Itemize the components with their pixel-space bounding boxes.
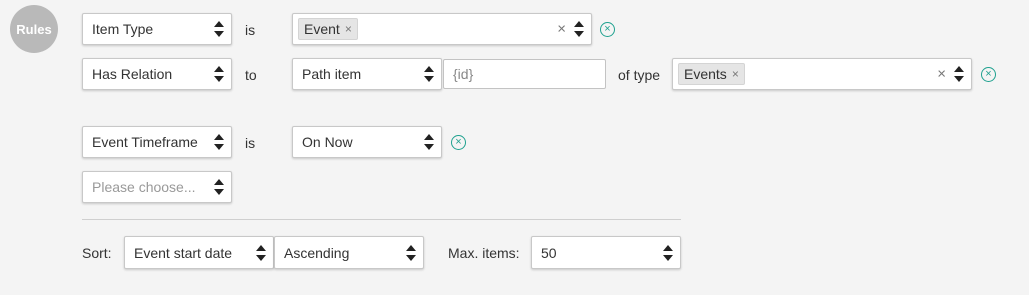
select-arrows-icon <box>256 244 266 261</box>
select-arrows-icon <box>214 179 224 195</box>
max-items-label: Max. items: <box>448 245 520 261</box>
sort-order-value: Ascending <box>284 244 350 261</box>
select-arrows-icon <box>214 134 224 150</box>
clear-icon[interactable]: × <box>937 67 946 82</box>
rule2-field-select[interactable]: Has Relation <box>82 58 232 90</box>
sort-order-select[interactable]: Ascending <box>274 236 424 269</box>
new-rule-select[interactable]: Please choose... <box>82 171 232 203</box>
rule2-id-input[interactable]: {id} <box>443 59 606 89</box>
sort-label: Sort: <box>82 245 112 261</box>
remove-rule-icon[interactable]: × <box>981 67 996 82</box>
select-arrows-icon <box>954 66 964 82</box>
rule2-target-select[interactable]: Path item <box>292 58 442 90</box>
select-arrows-icon <box>424 66 434 82</box>
sort-field-value: Event start date <box>134 244 233 261</box>
rule2-type-multiselect[interactable]: Events × × <box>672 58 972 90</box>
select-arrows-icon <box>663 244 673 261</box>
sort-field-select[interactable]: Event start date <box>124 236 274 269</box>
new-rule-placeholder: Please choose... <box>92 179 196 195</box>
rule1-field-select[interactable]: Item Type <box>82 13 232 45</box>
rule2-events-tag-label: Events <box>684 66 727 82</box>
rules-badge: Rules <box>10 5 58 53</box>
max-items-value: 50 <box>541 244 557 261</box>
rule3-field-select[interactable]: Event Timeframe <box>82 126 232 158</box>
rule3-operator-label: is <box>245 135 256 151</box>
clear-icon[interactable]: × <box>557 22 566 37</box>
select-arrows-icon <box>406 244 416 261</box>
rule1-event-tag: Event × <box>298 18 358 40</box>
select-arrows-icon <box>214 21 224 37</box>
rule2-target-value: Path item <box>302 66 362 82</box>
rule1-operator-label: is <box>245 22 256 38</box>
select-arrows-icon <box>574 21 584 37</box>
rule2-of-type-label: of type <box>618 67 661 83</box>
rule3-value-select[interactable]: On Now <box>292 126 442 158</box>
rule1-item-type-multiselect[interactable]: Event × × <box>292 13 592 45</box>
tag-remove-icon[interactable]: × <box>345 21 352 37</box>
rule3-value: On Now <box>302 134 353 150</box>
rule1-field-value: Item Type <box>92 21 154 37</box>
remove-rule-icon[interactable]: × <box>451 135 466 150</box>
remove-rule-icon[interactable]: × <box>600 22 615 37</box>
rule2-events-tag: Events × <box>678 63 745 85</box>
rule2-id-value: {id} <box>453 66 474 82</box>
rule2-field-value: Has Relation <box>92 66 173 82</box>
rule1-event-tag-label: Event <box>304 21 340 37</box>
rule2-operator-label: to <box>245 67 257 83</box>
rule3-field-value: Event Timeframe <box>92 134 198 150</box>
divider <box>82 219 681 220</box>
select-arrows-icon <box>424 134 434 150</box>
select-arrows-icon <box>214 66 224 82</box>
tag-remove-icon[interactable]: × <box>732 66 739 82</box>
max-items-select[interactable]: 50 <box>531 236 681 269</box>
